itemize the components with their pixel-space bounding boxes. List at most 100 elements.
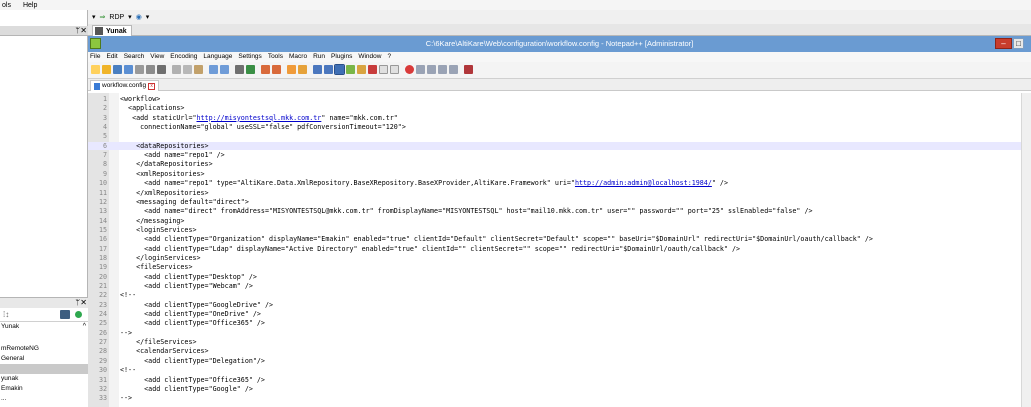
menu-file[interactable]: File [90,52,100,62]
redo-icon[interactable] [220,65,229,74]
code-line[interactable]: 15 <loginServices> [88,226,1031,234]
pin-icon[interactable]: ᛘ [75,298,80,308]
cut-icon[interactable] [172,65,181,74]
maximize-button[interactable]: □ [1013,38,1024,49]
pin-icon[interactable]: ᛘ [75,26,80,36]
folder-workspace-icon[interactable] [379,65,388,74]
menu-macro[interactable]: Macro [289,52,307,62]
save-macro-icon[interactable] [449,65,458,74]
dropdown-arrow-icon[interactable]: ▾ [92,13,96,21]
code-line[interactable]: 25 <add clientType="Office365" /> [88,319,1031,327]
tab-workflow-config[interactable]: workflow.config x [90,80,160,91]
code-line[interactable]: 16 <add clientType="Organization" displa… [88,235,1031,243]
code-line[interactable]: 13 <add name="direct" fromAddress="MISYO… [88,207,1031,215]
record-macro-icon[interactable] [405,65,414,74]
play-multiple-icon[interactable] [438,65,447,74]
code-line[interactable]: 5 [88,132,1031,140]
list-item[interactable]: General [0,354,88,364]
code-line[interactable]: 29 <add clientType="Delegation"/> [88,357,1031,365]
code-line[interactable]: 9 <xmlRepositories> [88,170,1031,178]
code-line[interactable]: 4 connectionName="global" useSSL="false"… [88,123,1031,131]
menu-encoding[interactable]: Encoding [170,52,197,62]
dropdown-arrow-icon[interactable]: ▾ [128,13,132,21]
play-macro-icon[interactable] [427,65,436,74]
code-line[interactable]: 30 <!-- [88,366,1031,374]
list-item[interactable] [0,364,88,374]
code-line[interactable]: 14 </messaging> [88,217,1031,225]
code-line[interactable]: 23 <add clientType="GoogleDrive" /> [88,301,1031,309]
code-line[interactable]: 31 <add clientType="Office365" /> [88,376,1031,384]
menu-settings[interactable]: Settings [238,52,262,62]
code-line[interactable]: 2 <applications> [88,104,1031,112]
code-line[interactable]: 20 <add clientType="Desktop" /> [88,273,1031,281]
save-icon[interactable] [113,65,122,74]
function-list-icon[interactable] [368,65,377,74]
list-item[interactable]: Emakin [0,384,88,394]
code-line[interactable]: 7 <add name="repo1" /> [88,151,1031,159]
undo-icon[interactable] [209,65,218,74]
new-file-icon[interactable] [91,65,100,74]
print-icon[interactable] [157,65,166,74]
zoom-in-icon[interactable] [261,65,270,74]
word-wrap-icon[interactable] [313,65,322,74]
code-line[interactable]: 17 <add clientType="Ldap" displayName="A… [88,245,1031,253]
stop-macro-icon[interactable] [416,65,425,74]
code-line[interactable]: 3 <add staticUrl="http://misyontestsql.m… [88,114,1031,122]
menu-run[interactable]: Run [313,52,325,62]
save-all-icon[interactable] [124,65,133,74]
sync-horizontal-icon[interactable] [298,65,307,74]
url-link[interactable]: http://misyontestsql.mkk.com.tr [197,114,322,122]
code-line[interactable]: 26 --> [88,329,1031,337]
menu-tools[interactable]: Tools [268,52,283,62]
list-item[interactable]: Yunak ^ [0,322,88,332]
list-item[interactable]: mRemoteNG [0,344,88,354]
close-all-icon[interactable] [146,65,155,74]
sort-icon[interactable]: ⁞↕ [3,310,9,319]
code-line[interactable]: 28 <calendarServices> [88,347,1031,355]
vertical-scrollbar[interactable] [1021,93,1031,407]
code-line[interactable]: 1 <workflow> [88,95,1031,103]
monitoring-icon[interactable] [390,65,399,74]
status-icon[interactable] [75,311,82,318]
menu-edit[interactable]: Edit [106,52,117,62]
close-icon[interactable]: ✕ [80,26,87,36]
code-line[interactable]: 32 <add clientType="Google" /> [88,385,1031,393]
menu-plugins[interactable]: Plugins [331,52,352,62]
close-icon[interactable]: ✕ [80,298,87,308]
show-all-chars-icon[interactable] [324,65,333,74]
list-item[interactable]: yunak [0,374,88,384]
code-editor[interactable]: 1 <workflow> 2 <applications> 3 <add static… [88,93,1031,407]
menu-help[interactable]: Help [21,2,39,9]
open-file-icon[interactable] [102,65,111,74]
globe-icon[interactable]: ◉ [136,13,142,21]
list-item[interactable]: ... [0,394,88,404]
language-icon[interactable] [346,65,355,74]
menu-tools[interactable]: ols [0,2,13,9]
code-line[interactable]: 33 --> [88,394,1031,402]
flag-icon[interactable] [464,65,473,74]
menu-search[interactable]: Search [124,52,145,62]
minimize-button[interactable]: – [995,38,1012,49]
code-line[interactable]: 21 <add clientType="Webcam" /> [88,282,1031,290]
paste-icon[interactable] [194,65,203,74]
sync-vertical-icon[interactable] [287,65,296,74]
code-line[interactable]: 27 </fileServices> [88,338,1031,346]
protocol-selector[interactable]: RDP [109,14,124,21]
code-line[interactable]: 24 <add clientType="OneDrive" /> [88,310,1031,318]
code-line[interactable]: 10 <add name="repo1" type="AltiKare.Data… [88,179,1031,187]
url-link[interactable]: http://admin:admin@localhost:1984/ [575,179,712,187]
doc-map-icon[interactable] [357,65,366,74]
copy-icon[interactable] [183,65,192,74]
zoom-out-icon[interactable] [272,65,281,74]
code-line[interactable]: 22 <!-- [88,291,1031,299]
code-line[interactable]: 8 </dataRepositories> [88,160,1031,168]
close-tab-icon[interactable]: x [148,82,156,90]
dropdown-arrow-icon[interactable]: ▾ [146,13,150,21]
menu-view[interactable]: View [150,52,164,62]
code-line[interactable]: 6 <dataRepositories> [88,141,1031,150]
code-line[interactable]: 11 </xmlRepositories> [88,189,1031,197]
collapse-icon[interactable]: ^ [83,322,86,332]
find-icon[interactable] [235,65,244,74]
properties-icon[interactable] [60,310,70,319]
menu-window[interactable]: Window [358,52,381,62]
